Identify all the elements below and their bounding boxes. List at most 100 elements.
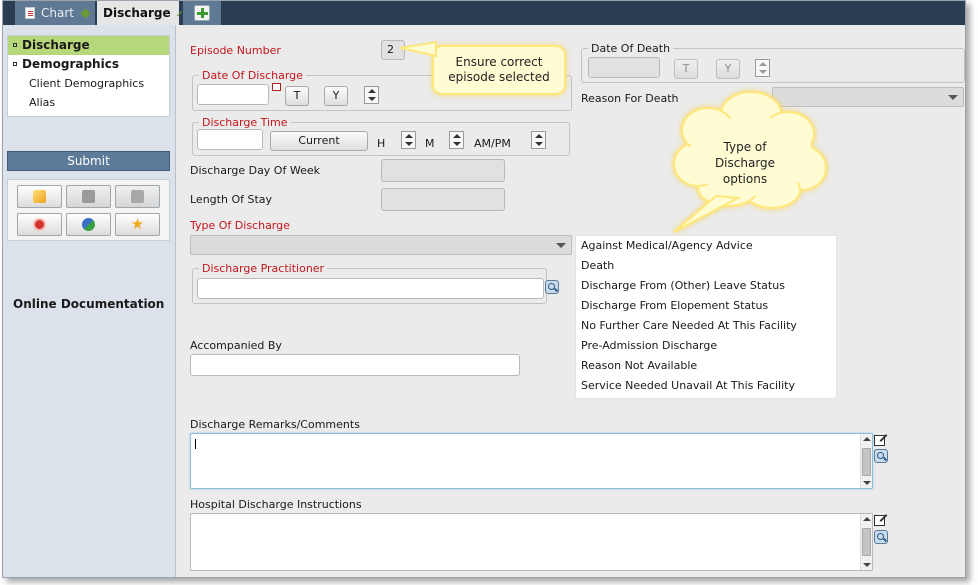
type-of-discharge-options-list: Against Medical/Agency Advice Death Disc…: [575, 235, 837, 399]
chevron-down-icon: [948, 95, 958, 100]
sidebar-subitem-alias[interactable]: Alias: [8, 93, 169, 112]
edit-icon[interactable]: [873, 512, 887, 526]
bullet-icon: [13, 43, 17, 47]
remarks-scrollbar[interactable]: [860, 434, 872, 488]
tab-chart[interactable]: Chart: [15, 1, 95, 25]
reason-for-death-label: Reason For Death: [581, 92, 679, 105]
ampm-spinner[interactable]: [531, 131, 546, 149]
length-of-stay-input: [381, 188, 505, 211]
list-item[interactable]: No Further Care Needed At This Facility: [576, 316, 836, 336]
discharge-remarks-textarea[interactable]: [190, 433, 873, 489]
search-icon[interactable]: [545, 280, 559, 294]
discharge-practitioner-label: Discharge Practitioner: [199, 262, 328, 275]
minute-label: M: [425, 137, 435, 150]
hour-label: H: [377, 137, 386, 150]
sidebar-subitem-client-demographics[interactable]: Client Demographics: [8, 74, 169, 93]
search-icon[interactable]: [874, 530, 888, 544]
date-of-discharge-spinner[interactable]: [364, 86, 379, 104]
date-of-death-today-button[interactable]: T: [674, 59, 698, 79]
episode-callout: Ensure correct episode selected: [432, 45, 566, 95]
sidebar-item-discharge[interactable]: Discharge: [8, 36, 169, 55]
date-of-death-label: Date Of Death: [588, 42, 674, 55]
star-icon: ★: [130, 215, 145, 233]
type-callout-text: Type of Discharge options: [714, 140, 776, 186]
date-of-discharge-label: Date Of Discharge: [199, 69, 306, 82]
favorite-button[interactable]: ★: [115, 213, 160, 236]
new-form-button[interactable]: [17, 185, 62, 208]
app-window: Chart Discharge Discharge Demographics C…: [0, 0, 978, 585]
tab-discharge-label: Discharge: [103, 6, 171, 20]
user-remove-icon: [82, 218, 95, 231]
sidebar-nav: Discharge Demographics Client Demographi…: [7, 35, 170, 117]
episode-number-label: Episode Number: [190, 44, 281, 57]
discharge-time-label: Discharge Time: [199, 116, 291, 129]
discharge-day-of-week-input: [381, 159, 505, 182]
discharge-remarks-label: Discharge Remarks/Comments: [190, 418, 360, 431]
search-icon[interactable]: [874, 449, 888, 463]
date-of-death-input[interactable]: [588, 57, 660, 78]
bullet-icon: [13, 62, 17, 66]
edit-icon[interactable]: [873, 432, 887, 446]
scroll-thumb[interactable]: [862, 528, 871, 556]
sidebar-item-label: Discharge: [22, 38, 90, 52]
type-of-discharge-select[interactable]: [190, 235, 572, 255]
sidebar-item-demographics[interactable]: Demographics: [8, 55, 169, 74]
list-item[interactable]: Death: [576, 256, 836, 276]
length-of-stay-label: Length Of Stay: [190, 193, 273, 206]
episode-callout-pointer: [399, 40, 437, 58]
list-item[interactable]: Pre-Admission Discharge: [576, 336, 836, 356]
hospital-discharge-instructions-label: Hospital Discharge Instructions: [190, 498, 362, 511]
list-item[interactable]: Against Medical/Agency Advice: [576, 236, 836, 256]
toolbar-grid: ★: [7, 179, 170, 241]
date-of-death-yesterday-button[interactable]: Y: [716, 59, 740, 79]
new-tab-button[interactable]: [183, 1, 221, 25]
scroll-down-icon[interactable]: [863, 563, 871, 567]
add-tab-icon: [194, 5, 210, 21]
chevron-down-icon: [556, 243, 566, 248]
pin-icon[interactable]: [176, 10, 182, 16]
hospital-discharge-instructions-textarea[interactable]: [190, 513, 873, 571]
date-of-discharge-input[interactable]: [197, 84, 269, 105]
scroll-up-icon[interactable]: [863, 517, 871, 521]
save-button[interactable]: [66, 185, 111, 208]
scroll-thumb[interactable]: [862, 448, 871, 476]
new-form-icon: [33, 190, 46, 203]
date-of-discharge-today-button[interactable]: T: [285, 86, 309, 106]
remove-user-button[interactable]: [66, 213, 111, 236]
pin-icon[interactable]: [80, 8, 91, 18]
tab-chart-label: Chart: [41, 6, 74, 20]
text-cursor: [195, 439, 196, 449]
instructions-scrollbar[interactable]: [860, 514, 872, 570]
list-item[interactable]: Service Needed Unavail At This Facility: [576, 376, 836, 396]
sidebar-item-label: Demographics: [22, 57, 119, 71]
discharge-time-input[interactable]: [197, 129, 263, 150]
tab-bar: Chart Discharge: [3, 1, 965, 25]
submit-button[interactable]: Submit: [7, 151, 170, 171]
current-time-button[interactable]: Current: [270, 131, 368, 151]
note-button[interactable]: [115, 185, 160, 208]
discharge-form: Episode Number 2 Date Of Death T Y Reaso…: [177, 25, 965, 577]
date-of-discharge-yesterday-button[interactable]: Y: [324, 86, 348, 106]
scroll-down-icon[interactable]: [863, 481, 871, 485]
online-documentation-link[interactable]: Online Documentation: [13, 297, 164, 311]
accompanied-by-input[interactable]: [190, 354, 520, 376]
type-of-discharge-label: Type Of Discharge: [190, 219, 290, 232]
scroll-up-icon[interactable]: [863, 437, 871, 441]
save-icon: [82, 190, 95, 203]
list-item[interactable]: Reason Not Available: [576, 356, 836, 376]
list-item[interactable]: Discharge From (Other) Leave Status: [576, 276, 836, 296]
minute-spinner[interactable]: [449, 131, 464, 149]
ampm-label: AM/PM: [474, 137, 511, 150]
accompanied-by-label: Accompanied By: [190, 339, 282, 352]
calendar-icon[interactable]: [272, 83, 281, 91]
sidebar: Discharge Demographics Client Demographi…: [3, 25, 176, 577]
chart-document-icon: [25, 7, 35, 19]
discharge-practitioner-input[interactable]: [197, 278, 544, 299]
date-of-death-spinner[interactable]: [755, 59, 770, 77]
note-icon: [131, 190, 144, 203]
tab-discharge[interactable]: Discharge: [97, 1, 182, 25]
hour-spinner[interactable]: [401, 131, 416, 149]
close-icon: [33, 218, 46, 231]
cancel-button[interactable]: [17, 213, 62, 236]
list-item[interactable]: Discharge From Elopement Status: [576, 296, 836, 316]
